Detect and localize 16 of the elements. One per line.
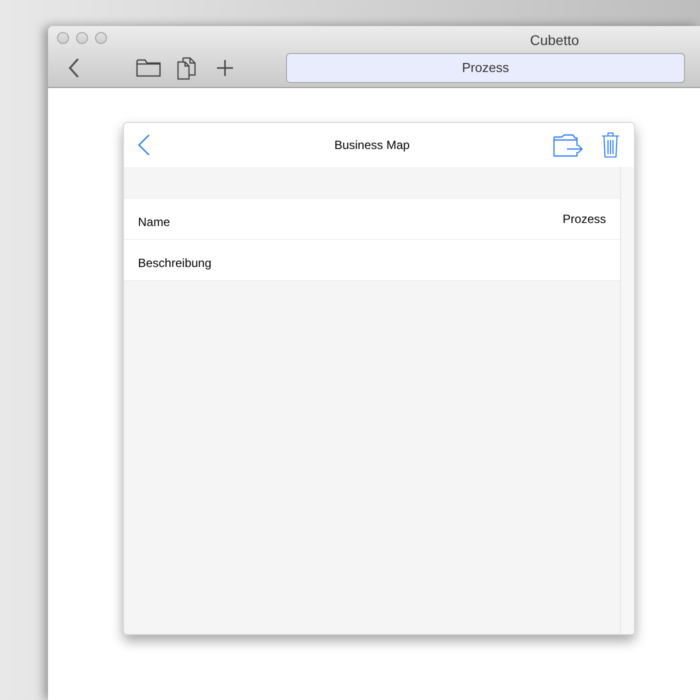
form-row[interactable]: Name Prozess (124, 199, 620, 240)
delete-button[interactable] (600, 132, 620, 158)
window-control-icon (95, 32, 107, 44)
window-control-icon (57, 32, 69, 44)
back-button[interactable] (138, 133, 152, 157)
window-title: Cubetto (530, 31, 580, 50)
field-label: Name (138, 214, 170, 231)
panel-title: Business Map (333, 137, 411, 154)
documents-button[interactable] (176, 56, 196, 80)
field-label: Beschreibung (138, 255, 212, 272)
search-field[interactable]: Prozess (286, 53, 685, 83)
field-value: Prozess (562, 211, 606, 228)
add-button[interactable] (215, 58, 235, 78)
move-folder-button[interactable] (552, 133, 584, 157)
window-control-icon (76, 32, 88, 44)
form-row[interactable]: Beschreibung (124, 240, 620, 281)
